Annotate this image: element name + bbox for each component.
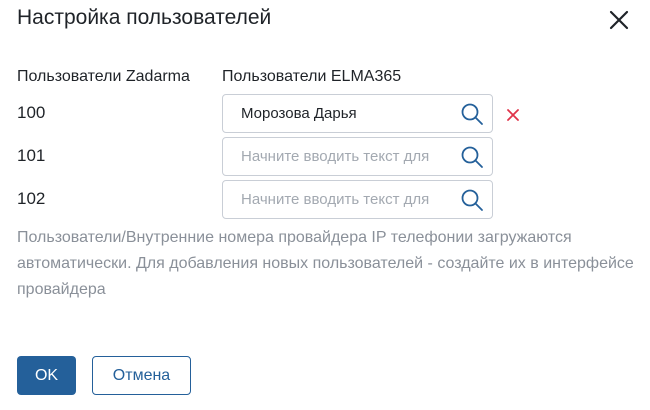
clear-x-icon[interactable] xyxy=(506,108,520,122)
user-lookup-field xyxy=(222,180,493,219)
column-header-provider-users: Пользователи Zadarma xyxy=(17,68,190,85)
ok-button[interactable]: OK xyxy=(17,356,76,395)
user-lookup-input[interactable] xyxy=(223,95,455,132)
search-icon[interactable] xyxy=(460,145,484,169)
close-icon[interactable] xyxy=(607,8,631,32)
dialog-title: Настройка пользователей xyxy=(17,6,272,29)
cancel-button[interactable]: Отмена xyxy=(92,356,191,395)
user-lookup-input[interactable] xyxy=(223,181,455,218)
user-settings-dialog: Настройка пользователей Пользователи Zad… xyxy=(0,0,650,410)
extension-number: 100 xyxy=(17,103,46,122)
info-hint-text: Пользователи/Внутренние номера провайдер… xyxy=(17,229,634,298)
search-icon[interactable] xyxy=(460,188,484,212)
extension-number: 101 xyxy=(17,146,46,165)
extension-number: 102 xyxy=(17,189,46,208)
user-lookup-input[interactable] xyxy=(223,138,455,175)
search-icon[interactable] xyxy=(460,102,484,126)
user-lookup-field xyxy=(222,94,493,133)
column-header-elma-users: Пользователи ELMA365 xyxy=(222,68,402,85)
user-lookup-field xyxy=(222,137,493,176)
